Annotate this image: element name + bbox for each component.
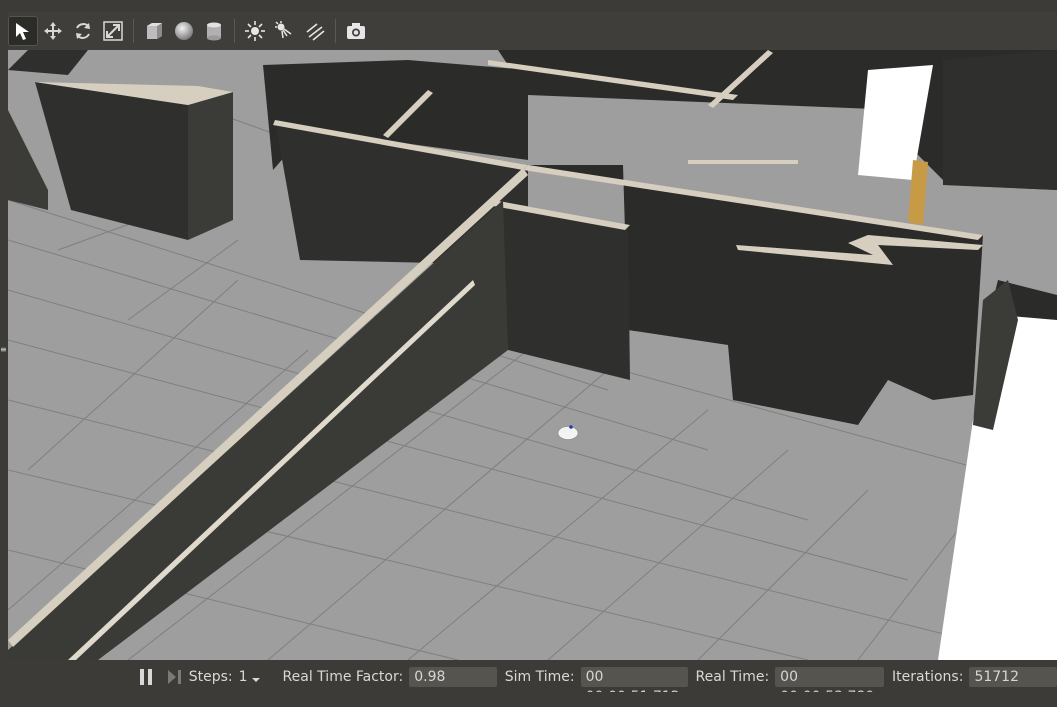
pause-icon xyxy=(139,669,152,685)
scene-render xyxy=(8,50,1057,660)
status-bar: Steps: 1 Real Time Factor: 0.98 Sim Time… xyxy=(8,662,1057,705)
translate-tool-icon xyxy=(44,22,62,40)
real-time-factor-field: 0.98 xyxy=(409,667,497,687)
window-bottom-edge xyxy=(0,692,1057,701)
box-shape-button[interactable] xyxy=(139,16,169,46)
sphere-shape-button[interactable] xyxy=(169,16,199,46)
select-tool-icon xyxy=(16,23,29,40)
scene-viewport[interactable] xyxy=(8,50,1057,660)
steps-label: Steps: xyxy=(188,669,233,685)
cylinder-shape-button[interactable] xyxy=(199,16,229,46)
spot-light-button[interactable] xyxy=(270,16,300,46)
cylinder-shape-icon xyxy=(207,22,221,41)
pause-button[interactable] xyxy=(136,667,155,687)
chevron-down-icon xyxy=(251,678,260,682)
screenshot-button[interactable] xyxy=(341,16,371,46)
toolbar xyxy=(8,12,1057,50)
steps-spinner[interactable]: 1 xyxy=(239,669,261,685)
left-panel-handle-icon[interactable]: ≡ xyxy=(0,346,7,354)
toolbar-separator xyxy=(335,19,336,43)
real-time-field: 00 00:00:53.780 xyxy=(775,667,885,705)
left-panel-edge xyxy=(0,50,8,660)
select-tool-button[interactable] xyxy=(8,16,38,46)
directional-light-button[interactable] xyxy=(300,16,330,46)
sim-time-label: Sim Time: xyxy=(504,669,575,685)
toolbar-separator xyxy=(133,19,134,43)
directional-light-icon xyxy=(306,23,325,41)
window-top-edge xyxy=(0,0,1057,10)
toolbar-separator xyxy=(234,19,235,43)
scale-tool-button[interactable] xyxy=(98,16,128,46)
real-time-factor-label: Real Time Factor: xyxy=(282,669,404,685)
screenshot-icon xyxy=(347,23,365,39)
spot-light-icon xyxy=(275,21,292,39)
point-light-icon xyxy=(245,21,265,41)
point-light-button[interactable] xyxy=(240,16,270,46)
steps-value: 1 xyxy=(238,669,248,685)
iterations-field: 51712 xyxy=(969,667,1057,687)
sphere-shape-icon xyxy=(175,22,193,40)
sim-time-field: 00 00:00:51.712 xyxy=(580,667,688,705)
rotate-tool-button[interactable] xyxy=(68,16,98,46)
translate-tool-button[interactable] xyxy=(38,16,68,46)
step-forward-icon xyxy=(168,670,182,684)
step-button[interactable] xyxy=(165,667,184,687)
real-time-label: Real Time: xyxy=(695,669,770,685)
rotate-tool-icon xyxy=(76,23,90,39)
scale-tool-icon xyxy=(103,21,123,41)
box-shape-icon xyxy=(147,23,162,39)
iterations-label: Iterations: xyxy=(892,669,964,685)
